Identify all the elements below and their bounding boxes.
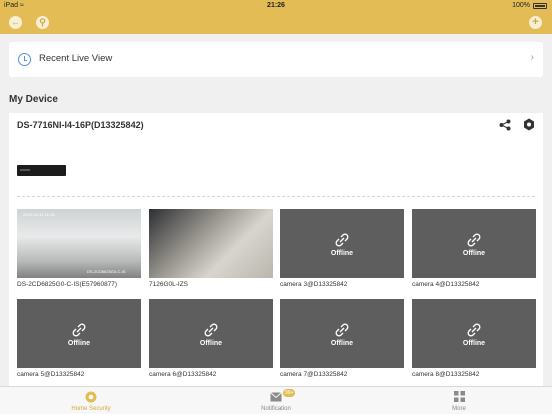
snapshot-timestamp: 2019-10-14 21:25 xyxy=(23,212,55,217)
camera-name: camera 6@D13325842 xyxy=(149,371,217,378)
offline-label: Offline xyxy=(199,340,223,347)
camera-name: DS-2CD6825G0-C-IS(E57960877) xyxy=(17,281,118,288)
clock-icon xyxy=(18,53,31,66)
tab-label: Home Security xyxy=(71,406,111,412)
camera-tile-7[interactable]: Offline xyxy=(280,299,404,368)
camera-tile-4[interactable]: Offline xyxy=(412,209,536,278)
broken-link-icon xyxy=(204,323,218,337)
offline-label: Offline xyxy=(330,340,354,347)
camera-name: camera 7@D13325842 xyxy=(280,371,348,378)
notification-badge: 99+ xyxy=(283,389,296,397)
chevron-right-icon: › xyxy=(530,52,534,63)
camera-name: camera 3@D13325842 xyxy=(280,281,348,288)
camera-name: camera 5@D13325842 xyxy=(17,371,85,378)
recent-live-view-row[interactable]: Recent Live View › xyxy=(9,42,543,77)
offline-label: Offline xyxy=(330,250,354,257)
tab-notification[interactable]: 99+ Notification xyxy=(226,387,326,414)
broken-link-icon xyxy=(335,233,349,247)
divider xyxy=(17,196,535,197)
broken-link-icon xyxy=(467,323,481,337)
battery-icon xyxy=(533,3,547,9)
offline-label: Offline xyxy=(67,340,91,347)
camera-name: camera 4@D13325842 xyxy=(412,281,480,288)
snapshot-caption: DS-2CD6825G0-C-IS xyxy=(87,269,126,274)
back-icon[interactable]: ← xyxy=(9,16,22,29)
share-icon[interactable] xyxy=(499,119,511,131)
mail-icon xyxy=(270,392,282,402)
camera-tile-5[interactable]: Offline xyxy=(17,299,141,368)
camera-tile-2[interactable] xyxy=(149,209,273,278)
grid-icon xyxy=(454,391,465,402)
app-header: iPad ≈ 21:26 100% ← ⚲ + xyxy=(0,0,552,34)
camera-name: camera 8@D13325842 xyxy=(412,371,480,378)
device-card: DS-7716NI-I4-16P(D13325842) 2019-10-14 2… xyxy=(9,113,543,386)
camera-tile-6[interactable]: Offline xyxy=(149,299,273,368)
broken-link-icon xyxy=(72,323,86,337)
tab-label: More xyxy=(452,406,466,412)
offline-label: Offline xyxy=(462,250,486,257)
offline-label: Offline xyxy=(462,340,486,347)
device-name[interactable]: DS-7716NI-I4-16P(D13325842) xyxy=(17,120,144,130)
camera-tile-1[interactable]: 2019-10-14 21:25 DS-2CD6825G0-C-IS xyxy=(17,209,141,278)
clock-label: 21:26 xyxy=(267,2,285,9)
search-icon[interactable]: ⚲ xyxy=(36,16,49,29)
home-security-icon xyxy=(85,391,97,403)
recent-live-view-label: Recent Live View xyxy=(39,53,113,64)
battery-label: 100% xyxy=(512,2,530,9)
broken-link-icon xyxy=(335,323,349,337)
tab-bar: Home Security 99+ Notification More xyxy=(0,386,552,414)
camera-tile-8[interactable]: Offline xyxy=(412,299,536,368)
tab-label: Notification xyxy=(261,406,291,412)
nvr-device-image xyxy=(17,165,66,176)
status-bar: iPad ≈ 21:26 100% xyxy=(0,2,552,12)
camera-tile-3[interactable]: Offline xyxy=(280,209,404,278)
add-icon[interactable]: + xyxy=(529,16,542,29)
tab-more[interactable]: More xyxy=(409,387,509,414)
tab-home-security[interactable]: Home Security xyxy=(41,387,141,414)
camera-name: 7126G0L-IZS xyxy=(149,281,189,288)
settings-icon[interactable] xyxy=(523,118,535,131)
broken-link-icon xyxy=(467,233,481,247)
section-title: My Device xyxy=(9,94,58,105)
